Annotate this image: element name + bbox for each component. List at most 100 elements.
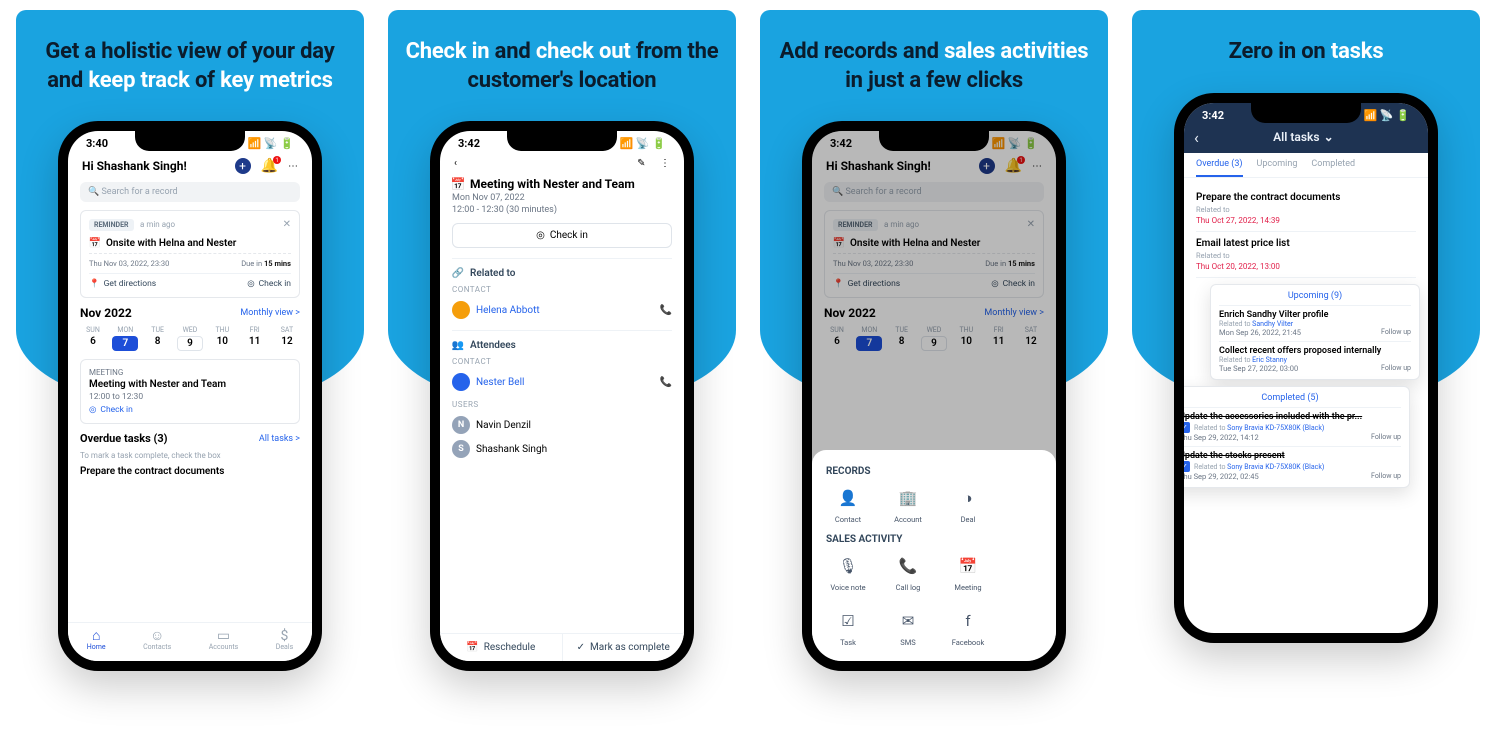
tab-completed[interactable]: Completed (1311, 159, 1355, 177)
headline-2: Check in and check out from the customer… (388, 10, 736, 95)
avatar (452, 301, 470, 319)
calendar-strip: SUN6 MON7 TUE8 WED9 THU10 FRI11 SAT12 (80, 326, 300, 351)
task-row[interactable]: Update the accessories included with the… (1184, 412, 1401, 442)
mark-complete-button[interactable]: ✓Mark as complete (562, 634, 685, 661)
day-12[interactable]: 12 (274, 336, 300, 347)
more-icon[interactable]: ⋯ (288, 161, 298, 172)
more-icon[interactable]: ⋮ (660, 158, 670, 169)
day-6[interactable]: 6 (80, 336, 106, 347)
people-icon: 👥 (452, 339, 464, 351)
add-facebook[interactable]: fFacebook (946, 608, 990, 647)
tasks-dropdown[interactable]: All tasks ⌄ (1199, 130, 1408, 144)
completed-card: Completed (5) Update the accessories inc… (1184, 386, 1410, 488)
add-button[interactable]: + (235, 158, 251, 174)
calendar-icon: 📅 (452, 178, 464, 190)
check-icon: ✓ (577, 642, 585, 653)
day-10[interactable]: 10 (209, 336, 235, 347)
task-row[interactable]: Enrich Sandhy Vilter profile Related to … (1219, 310, 1411, 337)
notifications-icon[interactable]: 🔔1 (261, 158, 278, 174)
contact-icon: 👤 (835, 485, 861, 511)
tab-upcoming[interactable]: Upcoming (1257, 159, 1298, 177)
avatar: N (452, 416, 470, 434)
back-icon[interactable]: ‹ (454, 158, 457, 169)
overdue-tasks-title: Overdue tasks (3) (80, 432, 168, 445)
meeting-card[interactable]: MEETING Meeting with Nester and Team 12:… (80, 359, 300, 424)
day-9[interactable]: 9 (177, 336, 203, 351)
meeting-checkin-link[interactable]: ◎Check in (89, 405, 291, 415)
day-8[interactable]: 8 (145, 336, 171, 347)
marketing-panel-3: Add records and sales activities in just… (760, 10, 1108, 730)
task-row[interactable]: Collect recent offers proposed internall… (1219, 341, 1411, 373)
checkin-icon: ◎ (536, 230, 545, 241)
overdue-first-task[interactable]: Prepare the contract documents (80, 466, 300, 477)
task-row[interactable]: Update the stocks present ✓Related to So… (1184, 446, 1401, 481)
contact-link[interactable]: Helena Abbott (476, 305, 540, 316)
phone-mock-2: 3:42 📶 📡 🔋 ‹ ✎ ⋮ 📅Meeting with Nester an… (430, 121, 694, 671)
meeting-date: Mon Nov 07, 2022 (452, 193, 672, 203)
search-input[interactable]: 🔍 Search for a record (80, 182, 300, 202)
completed-header: Completed (5) (1184, 393, 1401, 408)
sms-icon: ✉ (895, 608, 921, 634)
reschedule-button[interactable]: 📅Reschedule (440, 634, 562, 661)
tab-accounts[interactable]: ▭Accounts (209, 629, 239, 651)
headline-3: Add records and sales activities in just… (760, 10, 1108, 95)
reminder-card: REMINDER a min ago ✕ 📅Onsite with Helna … (80, 210, 300, 298)
tab-home[interactable]: ⌂Home (87, 629, 106, 651)
add-meeting[interactable]: 📅Meeting (946, 553, 990, 592)
mic-icon: 🎙 (835, 553, 861, 579)
checkin-button[interactable]: ◎Check in (452, 223, 672, 248)
monthly-view-link[interactable]: Monthly view > (240, 308, 300, 318)
chevron-down-icon: ⌄ (1324, 130, 1334, 144)
phone-icon[interactable]: 📞 (660, 305, 672, 316)
account-icon: 🏢 (895, 485, 921, 511)
avatar: S (452, 440, 470, 458)
add-deal[interactable]: ◑Deal (946, 485, 990, 524)
contact-link[interactable]: Nester Bell (476, 377, 524, 388)
add-account[interactable]: 🏢Account (886, 485, 930, 524)
link-icon: 🔗 (452, 267, 464, 279)
status-icons: 📶 📡 🔋 (619, 137, 666, 150)
phone-icon[interactable]: 📞 (660, 377, 672, 388)
status-icons: 📶 📡 🔋 (247, 137, 294, 150)
day-11[interactable]: 11 (242, 336, 268, 347)
edit-icon[interactable]: ✎ (637, 158, 645, 169)
calendar-icon: 📅 (466, 642, 478, 653)
marketing-panel-4: Zero in on tasks 3:42 📶 📡 🔋 ‹ All tasks … (1132, 10, 1480, 730)
calendar-icon: 📅 (955, 553, 981, 579)
greeting: Hi Shashank Singh! (82, 159, 187, 173)
day-7[interactable]: 7 (112, 336, 138, 351)
add-task[interactable]: ☑Task (826, 608, 870, 647)
get-directions-button[interactable]: 📍Get directions (89, 279, 156, 289)
tab-contacts[interactable]: ☺Contacts (143, 629, 171, 651)
marketing-panel-2: Check in and check out from the customer… (388, 10, 736, 730)
task-row[interactable]: Email latest price list Related to Thu O… (1196, 232, 1416, 278)
checkin-icon: ◎ (247, 279, 254, 289)
tab-overdue[interactable]: Overdue (3) (1196, 159, 1243, 177)
add-sheet: RECORDS 👤Contact 🏢Account ◑Deal SALES AC… (812, 450, 1056, 661)
sales-activity-heading: SALES ACTIVITY (826, 534, 1042, 545)
add-sms[interactable]: ✉SMS (886, 608, 930, 647)
add-contact[interactable]: 👤Contact (826, 485, 870, 524)
task-row[interactable]: Prepare the contract documents Related t… (1196, 186, 1416, 232)
facebook-icon: f (955, 608, 981, 634)
phone-icon: 📞 (895, 553, 921, 579)
add-voice-note[interactable]: 🎙Voice note (826, 553, 870, 592)
calendar-icon: 📅 (89, 237, 101, 249)
phone-mock-4: 3:42 📶 📡 🔋 ‹ All tasks ⌄ Overdue (3) Upc… (1174, 93, 1438, 643)
close-icon[interactable]: ✕ (283, 219, 291, 230)
checkbox-checked-icon[interactable]: ✓ (1184, 422, 1190, 433)
headline-1: Get a holistic view of your day and keep… (16, 10, 364, 95)
tab-deals[interactable]: $Deals (276, 629, 293, 651)
checkin-button[interactable]: ◎Check in (247, 279, 291, 289)
all-tasks-link[interactable]: All tasks > (259, 434, 300, 444)
checkbox-checked-icon[interactable]: ✓ (1184, 461, 1190, 472)
upcoming-card: Upcoming (9) Enrich Sandhy Vilter profil… (1210, 284, 1420, 380)
headline-4: Zero in on tasks (1132, 10, 1480, 67)
status-icons: 📶 📡 🔋 (1363, 109, 1410, 122)
records-heading: RECORDS (826, 466, 1042, 477)
bottom-tab-bar: ⌂Home ☺Contacts ▭Accounts $Deals (68, 622, 312, 661)
add-call-log[interactable]: 📞Call log (886, 553, 930, 592)
reminder-chip: REMINDER (89, 219, 134, 231)
meeting-time-range: 12:00 - 12:30 (30 minutes) (452, 205, 672, 215)
clock: 3:42 (458, 137, 480, 150)
